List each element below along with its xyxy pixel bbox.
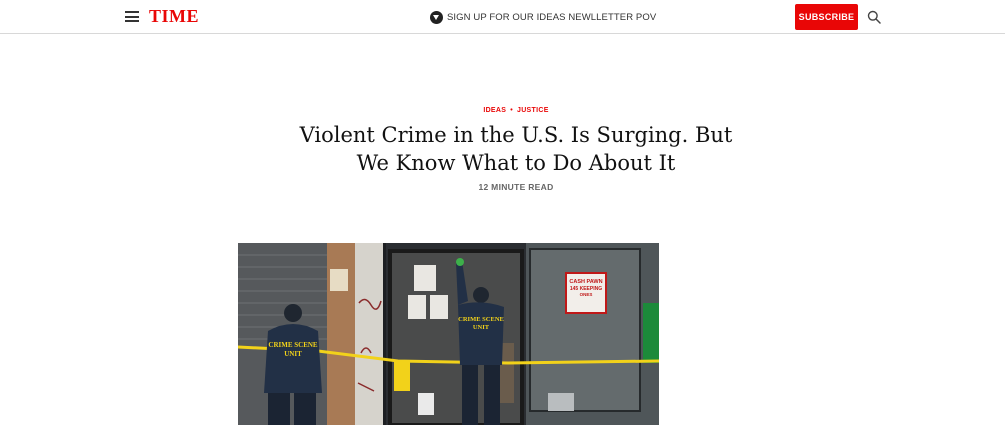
search-icon[interactable]: [867, 10, 881, 24]
article-headline: Violent Crime in the U.S. Is Surging. Bu…: [299, 123, 733, 175]
jacket-text-left-line2: UNIT: [284, 350, 302, 358]
kicker-separator: •: [510, 107, 513, 114]
hero-photo-illustration: CASH PAWN 145 KEEPING ONES CRIME SCENE U…: [238, 243, 659, 425]
article-kicker: IDEAS • JUSTICE: [0, 107, 1005, 114]
read-time: 12 MINUTE READ: [478, 182, 554, 192]
time-logo[interactable]: TIME: [149, 6, 199, 27]
newsletter-icon: [430, 10, 443, 24]
newsletter-signup-link[interactable]: SIGN UP FOR OUR IDEAS NEWLLETTER POV: [430, 9, 656, 25]
window-sign-line1: CASH PAWN: [569, 279, 602, 285]
subscribe-button[interactable]: SUBSCRIBE: [795, 4, 858, 30]
kicker-topic-link[interactable]: JUSTICE: [517, 107, 549, 114]
window-sign-line3: ONES: [580, 292, 593, 297]
jacket-text-right-line1: CRIME SCENE: [458, 316, 504, 323]
site-header: TIME SIGN UP FOR OUR IDEAS NEWLLETTER PO…: [0, 0, 1005, 34]
newsletter-label: SIGN UP FOR OUR IDEAS NEWLLETTER POV: [447, 11, 657, 23]
hero-image: CASH PAWN 145 KEEPING ONES CRIME SCENE U…: [238, 243, 659, 425]
jacket-text-right-line2: UNIT: [473, 324, 490, 331]
kicker-section-link[interactable]: IDEAS: [483, 107, 506, 114]
jacket-text-left-line1: CRIME SCENE: [268, 341, 318, 349]
menu-icon[interactable]: [125, 11, 139, 22]
